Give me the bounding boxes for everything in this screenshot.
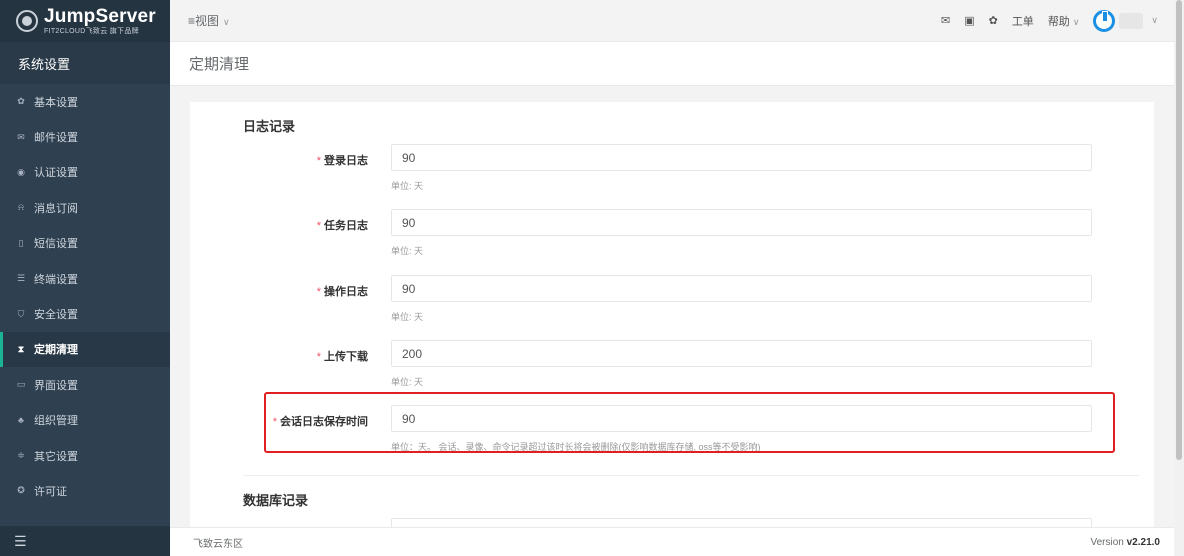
required-mark: * bbox=[316, 351, 321, 363]
sidebar-item-sms[interactable]: ▯ 短信设置 bbox=[0, 226, 170, 261]
avatar[interactable] bbox=[1093, 9, 1116, 32]
section-divider bbox=[243, 475, 1139, 476]
field-label: * 会话日志保存时间 bbox=[272, 416, 368, 428]
settings-card: 日志记录 *登录日志 单位: 天 *任务日志 单位: 天 *操作日志 单位: 天… bbox=[190, 102, 1154, 528]
sidebar-item-label: 界面设置 bbox=[34, 379, 78, 392]
login-log-input[interactable] bbox=[391, 144, 1092, 171]
menu-collapse-icon[interactable]: ☰ bbox=[0, 526, 170, 556]
sidebar-item-auth[interactable]: ◉ 认证设置 bbox=[0, 155, 170, 190]
shield-icon: ⛉ bbox=[17, 308, 25, 319]
field-help: 单位: 天 bbox=[391, 312, 424, 322]
sidebar-item-other[interactable]: ≑ 其它设置 bbox=[0, 438, 170, 473]
sidebar-item-basic[interactable]: ✿ 基本设置 bbox=[0, 84, 170, 119]
gear-icon: ✿ bbox=[17, 96, 25, 107]
sidebar-item-terminal[interactable]: ☰ 终端设置 bbox=[0, 261, 170, 296]
hourglass-icon: ⧗ bbox=[17, 343, 25, 354]
sliders-icon: ≑ bbox=[17, 450, 25, 461]
sidebar-section-title[interactable]: 系统设置 bbox=[0, 42, 170, 84]
field-label: * 登录日志 bbox=[316, 155, 368, 167]
jumpserver-logo-icon bbox=[16, 10, 38, 32]
footer-version: Version v2.21.0 bbox=[1090, 536, 1160, 548]
mobile-icon: ▯ bbox=[18, 237, 24, 248]
section-title-logs: 日志记录 bbox=[243, 119, 296, 134]
view-label: ≡视图 bbox=[188, 14, 220, 28]
sidebar-item-label: 消息订阅 bbox=[34, 202, 78, 215]
section-title-database: 数据库记录 bbox=[243, 493, 309, 508]
sidebar-item-org[interactable]: ♣ 组织管理 bbox=[0, 403, 170, 438]
sitemap-icon: ♣ bbox=[18, 415, 24, 426]
page-scrollbar[interactable] bbox=[1174, 0, 1184, 556]
chevron-down-icon[interactable]: ∨ bbox=[1151, 15, 1158, 26]
mail-icon[interactable]: ✉ bbox=[941, 14, 950, 27]
field-help: 单位：天。 会话、录像、命令记录超过该时长将会被删除(仅影响数据库存储, oss… bbox=[391, 442, 761, 452]
user-name-redacted[interactable] bbox=[1119, 12, 1144, 29]
sidebar-item-label: 邮件设置 bbox=[34, 132, 78, 145]
sidebar-item-label: 许可证 bbox=[34, 485, 67, 498]
sidebar-item-email[interactable]: ✉ 邮件设置 bbox=[0, 119, 170, 154]
tickets-link[interactable]: 工单 bbox=[1012, 13, 1034, 29]
logo-title: JumpServer bbox=[44, 6, 156, 27]
required-mark: * bbox=[316, 286, 321, 298]
help-menu[interactable]: 帮助 ∨ bbox=[1048, 13, 1080, 29]
field-help: 单位: 天 bbox=[391, 181, 424, 191]
chevron-down-icon: ∨ bbox=[1072, 16, 1080, 27]
sidebar-item-label: 组织管理 bbox=[34, 415, 78, 428]
logo-subtitle: FIT2CLOUD飞致云 旗下品牌 bbox=[44, 28, 139, 35]
settings-icon[interactable]: ✿ bbox=[989, 14, 998, 27]
sidebar-menu: ✿ 基本设置 ✉ 邮件设置 ◉ 认证设置 ⍾ 消息订阅 ▯ 短信设置 ☰ 终端设置 ⛉ 安全设… bbox=[0, 84, 170, 509]
sidebar-item-label: 短信设置 bbox=[34, 238, 78, 251]
page-title: 定期清理 bbox=[189, 56, 250, 73]
user-circle-icon: ◉ bbox=[17, 166, 25, 177]
scrollbar-thumb[interactable] bbox=[1176, 0, 1182, 460]
sidebar-item-cleaning[interactable]: ⧗ 定期清理 bbox=[0, 331, 170, 368]
chevron-down-icon: ∨ bbox=[223, 17, 230, 27]
laptop-icon: ▭ bbox=[16, 379, 26, 390]
field-label: * 操作日志 bbox=[316, 286, 368, 298]
task-log-input[interactable] bbox=[391, 209, 1092, 236]
page-heading: 定期清理 bbox=[170, 42, 1174, 86]
view-toggle[interactable]: ≡视图 ∨ bbox=[188, 12, 230, 29]
sidebar-item-label: 认证设置 bbox=[34, 167, 78, 180]
required-mark: * bbox=[272, 416, 277, 428]
help-label: 帮助 bbox=[1047, 15, 1070, 28]
sidebar-item-label: 定期清理 bbox=[34, 344, 78, 357]
session-keep-duration-input[interactable] bbox=[391, 405, 1092, 432]
mail-icon: ✉ bbox=[17, 131, 25, 142]
sidebar-item-interface[interactable]: ▭ 界面设置 bbox=[0, 367, 170, 402]
field-label: * 任务日志 bbox=[316, 220, 368, 232]
required-mark: * bbox=[316, 220, 321, 232]
sidebar-item-label: 终端设置 bbox=[34, 273, 78, 286]
field-help: 单位: 天 bbox=[391, 246, 424, 256]
required-mark: * bbox=[316, 155, 321, 167]
footer-company: 飞致云东区 bbox=[193, 538, 243, 550]
ftp-log-input[interactable] bbox=[391, 340, 1092, 367]
sidebar-item-license[interactable]: ✪ 许可证 bbox=[0, 473, 170, 508]
sidebar-item-label: 其它设置 bbox=[34, 450, 78, 463]
field-label: * 上传下载 bbox=[316, 351, 368, 363]
topbar: ≡视图 ∨ ✉ ▣ ✿ 工单 帮助 ∨ ∨ bbox=[170, 0, 1174, 42]
license-icon: ✪ bbox=[17, 485, 25, 496]
operate-log-input[interactable] bbox=[391, 275, 1092, 302]
sidebar-item-security[interactable]: ⛉ 安全设置 bbox=[0, 296, 170, 331]
web-terminal-icon[interactable]: ▣ bbox=[964, 14, 974, 27]
bell-icon: ⍾ bbox=[18, 202, 24, 213]
sidebar-item-notifications[interactable]: ⍾ 消息订阅 bbox=[0, 190, 170, 225]
terminal-icon: ☰ bbox=[16, 273, 26, 284]
field-help: 单位: 天 bbox=[391, 377, 424, 387]
footer: 飞致云东区 Version v2.21.0 bbox=[170, 527, 1174, 556]
sidebar-item-label: 基本设置 bbox=[34, 96, 78, 109]
sidebar-item-label: 安全设置 bbox=[34, 309, 78, 322]
logo[interactable]: JumpServer FIT2CLOUD飞致云 旗下品牌 bbox=[0, 0, 170, 42]
sidebar: JumpServer FIT2CLOUD飞致云 旗下品牌 系统设置 ✿ 基本设置 … bbox=[0, 0, 170, 556]
